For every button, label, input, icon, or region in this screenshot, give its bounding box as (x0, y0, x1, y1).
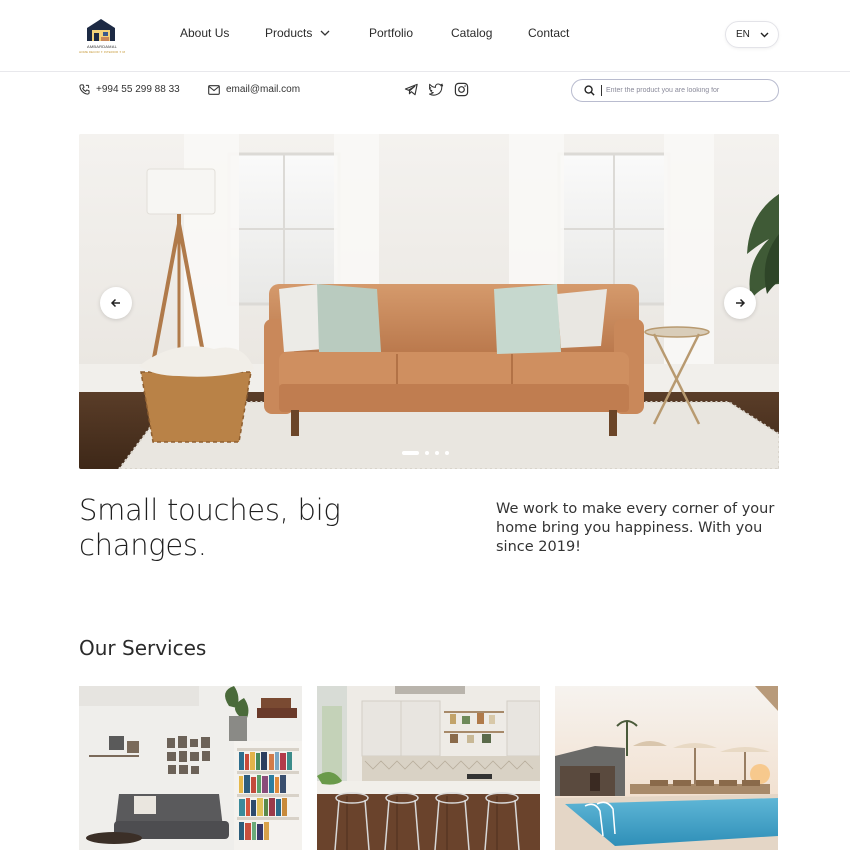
search-icon (584, 85, 595, 96)
hero-slider (79, 134, 779, 469)
service-card-exterior[interactable] (555, 686, 778, 850)
nav-products[interactable]: Products (265, 26, 330, 40)
slider-dot[interactable] (425, 451, 429, 455)
arrow-left-icon (110, 298, 120, 308)
services-title: Our Services (79, 636, 207, 660)
slider-dots (402, 451, 449, 455)
mail-icon (208, 84, 220, 95)
slider-next-button[interactable] (724, 287, 756, 319)
phone-contact[interactable]: +994 55 299 88 33 (79, 84, 180, 95)
logo-subtext: HOME DECOR ✦ INTERIOR ✦ RETAIL (79, 50, 125, 54)
intro-headline: Small touches, big changes. (79, 493, 341, 562)
living-room-image (79, 686, 302, 850)
search-box (571, 79, 779, 102)
search-input[interactable] (601, 85, 771, 96)
house-logo-icon (87, 19, 115, 41)
service-card-living-room[interactable] (79, 686, 302, 850)
contact-bar: +994 55 299 88 33 email@mail.com (0, 73, 850, 109)
slider-dot[interactable] (402, 451, 419, 455)
service-card-kitchen[interactable] (317, 686, 540, 850)
phone-icon (79, 84, 90, 95)
logo[interactable]: AMBARDAMAL HOME DECOR ✦ INTERIOR ✦ RETAI… (79, 17, 125, 57)
slider-dot[interactable] (445, 451, 449, 455)
nav-about-us[interactable]: About Us (180, 26, 229, 40)
instagram-icon[interactable] (454, 82, 469, 97)
nav-about-us-label: About Us (180, 26, 230, 40)
email-contact[interactable]: email@mail.com (208, 84, 300, 95)
slider-prev-button[interactable] (100, 287, 132, 319)
nav-catalog-label: Catalog (451, 26, 493, 40)
chevron-down-icon (760, 32, 769, 37)
nav-contact[interactable]: Contact (528, 26, 569, 40)
chevron-down-icon (320, 30, 330, 36)
nav-contact-label: Contact (528, 26, 570, 40)
kitchen-image (317, 686, 540, 850)
language-selector[interactable]: EN (725, 21, 779, 48)
twitter-icon[interactable] (429, 82, 444, 97)
slider-dot[interactable] (435, 451, 439, 455)
arrow-right-icon (736, 298, 746, 308)
site-header: AMBARDAMAL HOME DECOR ✦ INTERIOR ✦ RETAI… (0, 0, 850, 72)
email-address: email@mail.com (226, 84, 301, 95)
telegram-icon[interactable] (404, 82, 419, 97)
nav-portfolio-label: Portfolio (369, 26, 414, 40)
nav-products-label: Products (265, 26, 313, 40)
phone-number: +994 55 299 88 33 (96, 84, 180, 95)
social-links (404, 82, 469, 97)
logo-text: AMBARDAMAL (86, 44, 117, 49)
nav-catalog[interactable]: Catalog (451, 26, 492, 40)
language-label: EN (736, 29, 750, 40)
hero-image (79, 134, 779, 469)
intro-description: We work to make every corner of your hom… (496, 501, 775, 555)
nav-portfolio[interactable]: Portfolio (369, 26, 413, 40)
pool-image (555, 686, 778, 850)
